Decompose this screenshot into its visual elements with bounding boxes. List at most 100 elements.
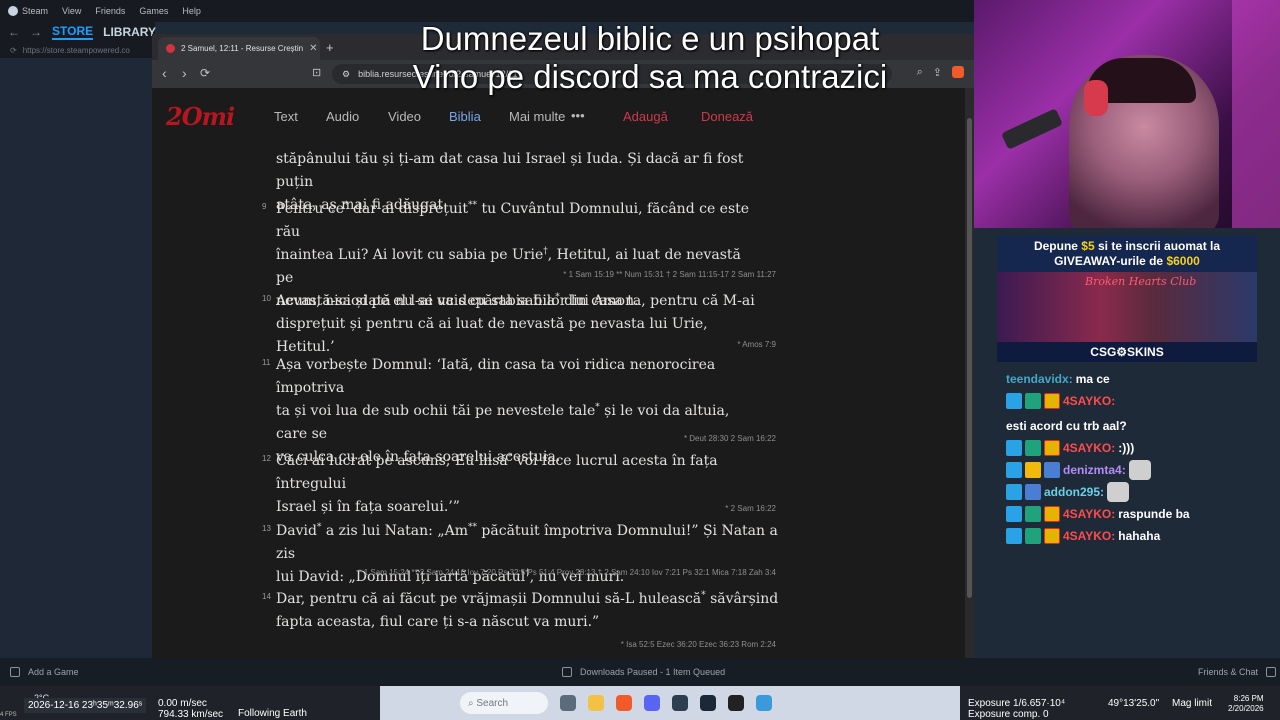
banner-headline: Depune $5 si te inscrii auomat la GIVEAW… [997, 236, 1257, 272]
browser-tab[interactable]: 2 Samuel, 12:11 - Resurse Creștin ✕ [158, 37, 320, 60]
forward-arrow-icon[interactable]: → [30, 25, 42, 39]
bits-badge-icon [1044, 506, 1060, 522]
file-explorer-icon[interactable] [588, 695, 604, 711]
nav-video[interactable]: Video [388, 109, 421, 124]
cross-references[interactable]: * Amos 7:9 [737, 340, 776, 349]
verse-fragment: Acum, niciodată nu se va depărta sabia [276, 293, 556, 309]
nav-mai-multe[interactable]: Mai multe [509, 109, 565, 124]
nav-biblia[interactable]: Biblia [449, 109, 481, 124]
chat-username[interactable]: addon295: [1044, 481, 1104, 503]
chat-username[interactable]: 4SAYKO: [1063, 390, 1115, 412]
bookmark-icon[interactable]: ⊡ [312, 66, 321, 79]
microphone-icon [1001, 108, 1063, 150]
brave-icon[interactable] [616, 695, 632, 711]
forward-icon[interactable]: › [182, 65, 187, 81]
more-dots-icon[interactable]: ••• [571, 108, 585, 123]
taskbar: 2°C 2026-12-16 23ʰ35ᵐ32.96ˢ 0.00 m/sec 7… [0, 686, 1280, 720]
steam-background [0, 58, 152, 658]
verse-10: Acum, niciodată nu se va depărta sabia* … [276, 290, 756, 359]
cross-references[interactable]: * 1 Sam 15:24 ** 2 Sam 24:10 Iov 7:20 Ps… [358, 568, 776, 577]
bible-text: stăpânului tău și ți-am dat casa lui Isr… [152, 144, 974, 658]
verse-number: 10 [262, 294, 271, 303]
friends-chat-button[interactable]: Friends & Chat [1198, 667, 1277, 677]
new-tab-icon[interactable]: + [326, 40, 334, 55]
chat-message: denizmta4: [1006, 459, 1216, 481]
steam-menu-label: Steam [22, 5, 49, 16]
site-logo[interactable]: 2Omi [166, 102, 235, 131]
friends-chat-label: Friends & Chat [1198, 667, 1259, 677]
stream-caption: Dumnezeul biblic e un psihopat Vino pe d… [350, 20, 950, 96]
add-game-button[interactable]: Add a Game [10, 667, 79, 677]
brave-shield-icon[interactable] [952, 66, 964, 78]
page-scrollbar[interactable] [965, 88, 974, 658]
scrollbar-thumb[interactable] [967, 118, 972, 598]
app-icon[interactable] [728, 695, 744, 711]
prime-badge-icon [1006, 528, 1022, 544]
chat-username[interactable]: teendavidx: [1006, 368, 1073, 390]
steam-logo-icon [8, 6, 18, 17]
chat-username[interactable]: 4SAYKO: [1063, 525, 1115, 547]
caption-line: Vino pe discord sa ma contrazici [412, 58, 888, 95]
verse-number: 11 [262, 358, 271, 367]
steam-menu-item[interactable]: Steam [8, 6, 48, 17]
cross-references[interactable]: * 1 Sam 15:19 ** Num 15:31 † 2 Sam 11:15… [563, 270, 776, 279]
chat-message: 4SAYKO: esti acord cu trb aal? [1006, 390, 1216, 437]
headset-icon [1084, 80, 1108, 116]
taskbar-search[interactable]: ⌕ Search [460, 692, 548, 714]
view-menu-item[interactable]: View [62, 6, 81, 16]
download-icon [562, 667, 572, 677]
verse-12: Căci ai lucrat pe ascuns; Eu însă* voi f… [276, 450, 756, 519]
steam-nav: ← → STORE LIBRARY [0, 22, 156, 42]
back-arrow-icon[interactable]: ← [8, 25, 20, 39]
verse-fragment: a zis lui Natan: „Am [321, 523, 468, 539]
system-clock[interactable]: 8:26 PM 2/20/2026 [1228, 694, 1264, 714]
verse-fragment: ta și voi lua de sub ochii tăi pe nevest… [276, 403, 596, 419]
site-info-icon[interactable]: ⚙ [342, 69, 350, 80]
following-label: Following Earth [238, 708, 307, 719]
games-menu-item[interactable]: Games [139, 6, 168, 16]
chat-text: hahaha [1118, 529, 1161, 543]
chat-username[interactable]: 4SAYKO: [1063, 503, 1115, 525]
nav-audio[interactable]: Audio [326, 109, 359, 124]
footnote-marker[interactable]: ** [468, 522, 477, 532]
task-view-icon[interactable] [560, 695, 576, 711]
back-icon[interactable]: ‹ [162, 65, 167, 81]
nav-text[interactable]: Text [274, 109, 298, 124]
verse-fragment: Căci ai lucrat pe ascuns; Eu însă [276, 453, 508, 469]
help-menu-item[interactable]: Help [182, 6, 201, 16]
verse-13: David* a zis lui Natan: „Am** păcătuit î… [276, 520, 786, 589]
verse-line: Căci ai lucrat pe ascuns; Eu însă* voi f… [276, 450, 756, 496]
verse-line: Așa vorbește Domnul: ‘Iată, din casa ta … [276, 357, 716, 396]
cross-references[interactable]: * 2 Sam 16:22 [725, 504, 776, 513]
steam-icon[interactable] [700, 695, 716, 711]
stellarium-icon[interactable] [756, 695, 772, 711]
obs-icon[interactable] [672, 695, 688, 711]
tab-library[interactable]: LIBRARY [103, 25, 156, 39]
verse-14: Dar, pentru că ai făcut pe vrăjmașii Dom… [276, 588, 786, 634]
chat-username[interactable]: 4SAYKO: [1063, 437, 1115, 459]
chat-message: addon295: [1006, 481, 1216, 503]
cross-references[interactable]: * Isa 52:5 Ezec 36:20 Ezec 36:23 Rom 2:2… [621, 640, 776, 649]
cross-references[interactable]: * Deut 28:30 2 Sam 16:22 [684, 434, 776, 443]
close-tab-icon[interactable]: ✕ [309, 43, 317, 54]
nav-adauga[interactable]: Adaugă [623, 109, 668, 124]
bits-badge-icon [1044, 528, 1060, 544]
reload-icon[interactable]: ⟳ [200, 66, 210, 80]
verse-number: 9 [262, 202, 267, 211]
verse-fragment: David [276, 523, 317, 539]
downloads-status[interactable]: Downloads Paused - 1 Item Queued [562, 667, 725, 677]
nav-doneaza[interactable]: Donează [701, 109, 753, 124]
chat-text: raspunde ba [1118, 507, 1190, 521]
footnote-marker[interactable]: ** [468, 200, 477, 210]
tab-store[interactable]: STORE [52, 24, 94, 40]
friends-menu-item[interactable]: Friends [95, 6, 125, 16]
discord-icon[interactable] [644, 695, 660, 711]
refresh-icon[interactable]: ⟳ [10, 46, 17, 55]
bits-badge-icon [1044, 440, 1060, 456]
chat-message: 4SAYKO: hahaha [1006, 525, 1216, 547]
site-header: 2Omi Text Audio Video Biblia Mai multe •… [152, 88, 974, 144]
fps-counter: 4 FPS [0, 712, 17, 718]
steam-url-bar: ⟳ https://store.steampowered.co [0, 42, 155, 58]
steam-status-bar: Add a Game Downloads Paused - 1 Item Que… [0, 658, 1280, 686]
chat-username[interactable]: denizmta4: [1063, 459, 1126, 481]
